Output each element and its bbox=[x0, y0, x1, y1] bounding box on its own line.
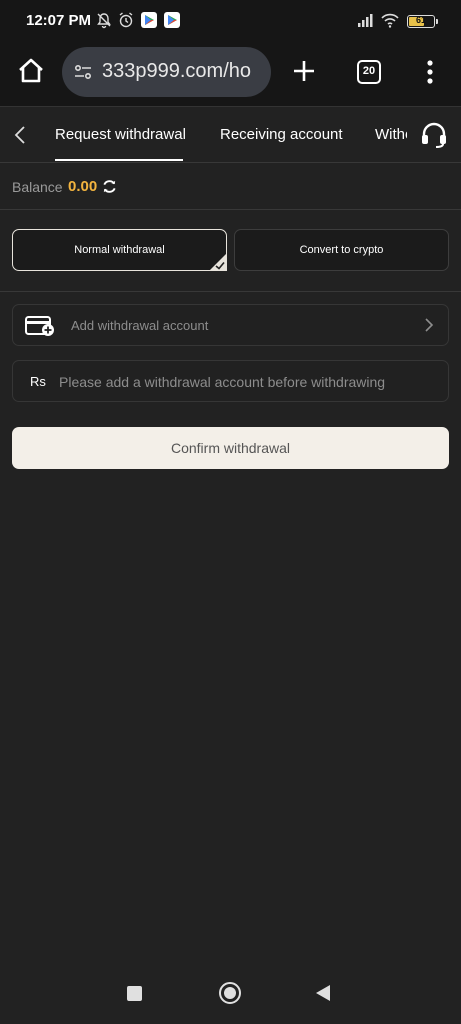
back-chevron-icon[interactable] bbox=[10, 124, 30, 146]
selected-check-icon bbox=[209, 253, 227, 271]
new-tab-icon[interactable] bbox=[292, 59, 316, 83]
system-navigation-bar bbox=[0, 962, 461, 1024]
signal-icon bbox=[358, 14, 373, 27]
withdrawal-mode-selector: Normal withdrawal Convert to crypto bbox=[0, 210, 461, 292]
normal-withdrawal-label: Normal withdrawal bbox=[74, 244, 165, 256]
more-options-icon[interactable] bbox=[420, 59, 440, 85]
tab-receiving-account[interactable]: Receiving account bbox=[220, 126, 343, 143]
normal-withdrawal-option[interactable]: Normal withdrawal bbox=[12, 229, 227, 271]
withdrawal-amount-field: Rs bbox=[12, 360, 449, 402]
play-store-icon bbox=[164, 12, 180, 28]
tab-switcher-button[interactable]: 20 bbox=[357, 60, 381, 84]
status-bar: 12:07 PM 61 bbox=[0, 0, 461, 42]
status-time: 12:07 PM bbox=[26, 12, 92, 29]
currency-label: Rs bbox=[30, 374, 46, 389]
confirm-withdrawal-button[interactable]: Confirm withdrawal bbox=[12, 427, 449, 469]
recent-apps-icon[interactable] bbox=[127, 986, 142, 1001]
balance-value: 0.00 bbox=[68, 178, 98, 195]
url-text: 333p999.com/ho bbox=[102, 60, 252, 82]
site-settings-icon[interactable] bbox=[73, 62, 93, 82]
balance-row: Balance 0.00 bbox=[0, 163, 461, 210]
convert-to-crypto-option[interactable]: Convert to crypto bbox=[234, 229, 449, 271]
home-circle-icon[interactable] bbox=[219, 982, 241, 1004]
convert-to-crypto-label: Convert to crypto bbox=[299, 244, 384, 256]
add-withdrawal-account-field[interactable]: Add withdrawal account bbox=[12, 304, 449, 346]
address-bar[interactable]: 333p999.com/ho bbox=[62, 47, 271, 97]
chevron-right-icon bbox=[425, 318, 434, 332]
amount-input[interactable] bbox=[59, 369, 439, 395]
alarm-icon bbox=[119, 12, 133, 28]
play-store-icon bbox=[141, 12, 157, 28]
active-tab-indicator bbox=[55, 159, 183, 161]
add-card-icon bbox=[25, 316, 54, 336]
wifi-icon bbox=[381, 13, 399, 28]
home-icon[interactable] bbox=[16, 56, 46, 86]
customer-support-button[interactable] bbox=[407, 108, 461, 162]
balance-label: Balance bbox=[12, 179, 63, 195]
back-triangle-icon[interactable] bbox=[316, 985, 330, 1001]
refresh-icon[interactable] bbox=[101, 178, 118, 195]
mute-bell-icon bbox=[97, 13, 111, 29]
battery-icon: 61 bbox=[407, 15, 438, 28]
headset-icon bbox=[422, 122, 446, 148]
withdrawal-tabs: Request withdrawal Receiving account Wit… bbox=[0, 108, 461, 163]
add-account-placeholder: Add withdrawal account bbox=[71, 318, 209, 333]
tab-request-withdrawal[interactable]: Request withdrawal bbox=[55, 126, 186, 143]
battery-level: 61 bbox=[415, 15, 426, 25]
browser-toolbar: 333p999.com/ho 20 bbox=[0, 42, 461, 107]
